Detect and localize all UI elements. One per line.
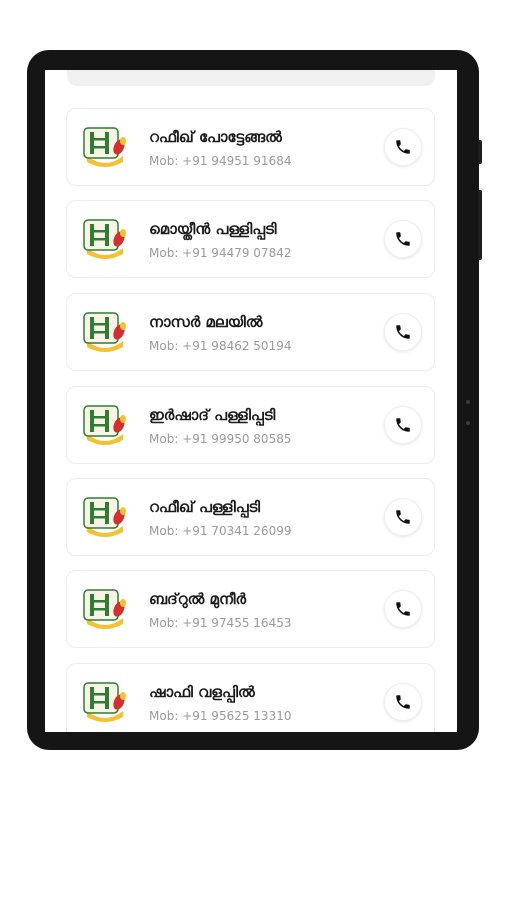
contact-mobile: Mob: +91 95625 13310: [149, 709, 292, 723]
contact-mobile: Mob: +91 70341 26099: [149, 524, 292, 538]
power-button: [478, 190, 482, 260]
ladder-symbol-icon: [81, 124, 129, 168]
contact-mobile: Mob: +91 94479 07842: [149, 246, 292, 260]
contact-name: റഫീഖ് പള്ളിപ്പടി: [149, 498, 261, 516]
ladder-symbol-icon: [81, 494, 129, 538]
contact-card[interactable]: ഇർഷാദ് പള്ളിപ്പടി Mob: +91 99950 80585: [66, 386, 435, 464]
call-button[interactable]: [384, 406, 422, 444]
contact-name: റഫീഖ് പോട്ടേങ്ങൽ: [149, 128, 282, 146]
sensor-dot: [466, 421, 470, 425]
phone-icon: [396, 695, 410, 709]
ladder-symbol-icon: [81, 586, 129, 630]
contact-card[interactable]: റഫീഖ് പള്ളിപ്പടി Mob: +91 70341 26099: [66, 478, 435, 556]
phone-icon: [396, 602, 410, 616]
contact-mobile: Mob: +91 94951 91684: [149, 154, 292, 168]
contact-name: നാസർ മലയിൽ: [149, 313, 263, 331]
contact-name: ബദ്‌റുൽ മുനീർ: [149, 590, 247, 608]
contact-mobile: Mob: +91 97455 16453: [149, 616, 292, 630]
phone-icon: [396, 232, 410, 246]
call-button[interactable]: [384, 313, 422, 351]
phone-icon: [396, 418, 410, 432]
contact-card[interactable]: മൊയ്തീൻ പള്ളിപ്പടി Mob: +91 94479 07842: [66, 200, 435, 278]
contact-card[interactable]: ഷാഫി വളപ്പിൽ Mob: +91 95625 13310: [66, 663, 435, 732]
contact-card[interactable]: റഫീഖ് പോട്ടേങ്ങൽ Mob: +91 94951 91684: [66, 108, 435, 186]
ladder-symbol-icon: [81, 679, 129, 723]
phone-icon: [396, 510, 410, 524]
call-button[interactable]: [384, 128, 422, 166]
contact-name: മൊയ്തീൻ പള്ളിപ്പടി: [149, 220, 277, 238]
phone-icon: [396, 325, 410, 339]
contact-mobile: Mob: +91 98462 50194: [149, 339, 292, 353]
volume-button: [478, 140, 482, 164]
ladder-symbol-icon: [81, 216, 129, 260]
contact-name: ഷാഫി വളപ്പിൽ: [149, 683, 255, 701]
ladder-symbol-icon: [81, 309, 129, 353]
call-button[interactable]: [384, 590, 422, 628]
ladder-symbol-icon: [81, 402, 129, 446]
sensor-dot: [466, 400, 470, 404]
phone-icon: [396, 140, 410, 154]
contact-card[interactable]: നാസർ മലയിൽ Mob: +91 98462 50194: [66, 293, 435, 371]
search-bar-partial[interactable]: [67, 70, 435, 86]
call-button[interactable]: [384, 683, 422, 721]
contact-mobile: Mob: +91 99950 80585: [149, 432, 292, 446]
screen: റഫീഖ് പോട്ടേങ്ങൽ Mob: +91 94951 91684 മൊ…: [45, 70, 457, 732]
contact-card[interactable]: ബദ്‌റുൽ മുനീർ Mob: +91 97455 16453: [66, 570, 435, 648]
app-stage: റഫീഖ് പോട്ടേങ്ങൽ Mob: +91 94951 91684 മൊ…: [0, 0, 506, 900]
call-button[interactable]: [384, 220, 422, 258]
call-button[interactable]: [384, 498, 422, 536]
contact-name: ഇർഷാദ് പള്ളിപ്പടി: [149, 406, 276, 424]
